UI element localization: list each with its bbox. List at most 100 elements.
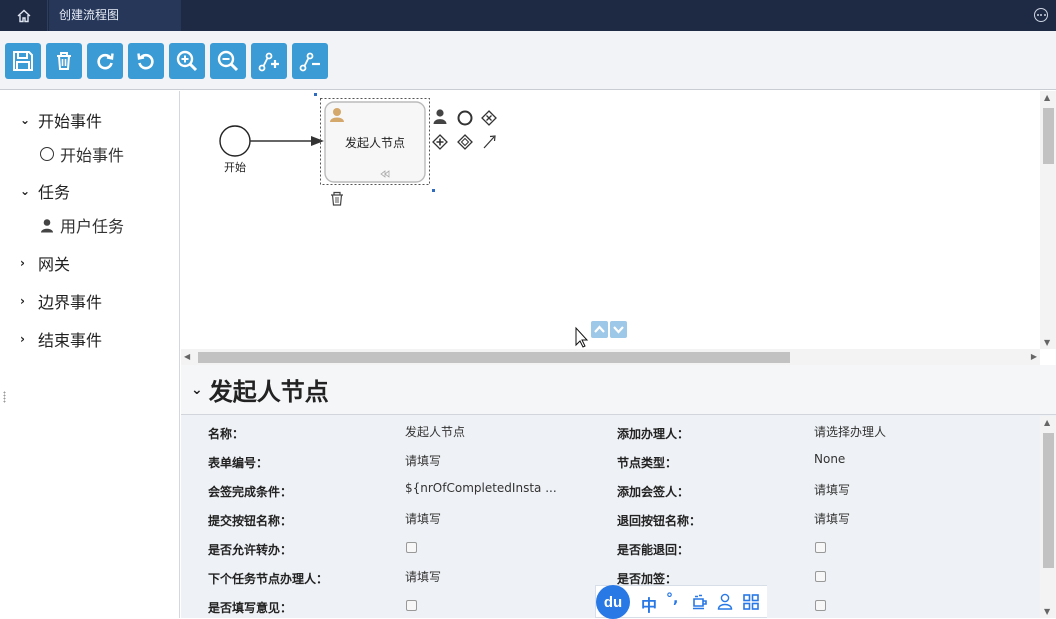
field-checkbox[interactable] <box>815 542 826 553</box>
add-flow-button[interactable] <box>251 43 287 79</box>
palette-group-label: 结束事件 <box>38 331 103 350</box>
field-value[interactable]: ${nrOfCompletedInsta ... <box>405 481 557 495</box>
trash-icon[interactable] <box>331 191 343 206</box>
field-label: 是否能退回： <box>617 543 690 557</box>
canvas-horizontal-scrollbar[interactable]: ◀ ▶ <box>181 349 1040 365</box>
field-value[interactable]: 请填写 <box>814 510 850 527</box>
field-value[interactable]: 发起人节点 <box>405 423 465 440</box>
field-checkbox[interactable] <box>815 600 826 611</box>
save-button[interactable] <box>5 43 41 79</box>
circle-icon[interactable] <box>457 110 473 126</box>
delete-button[interactable] <box>46 43 82 79</box>
palette-group-label: 边界事件 <box>38 293 103 312</box>
add-connection-icon <box>258 52 279 72</box>
field-label: 提交按钮名称： <box>208 514 293 528</box>
field-label: 添加会签人： <box>617 485 690 499</box>
resize-handle[interactable] <box>314 93 317 96</box>
tab-create-flow[interactable]: 创建流程图 <box>49 0 181 31</box>
start-event[interactable] <box>219 125 251 157</box>
scroll-left-arrow-icon[interactable]: ◀ <box>184 352 190 361</box>
zoom-in-button[interactable] <box>169 43 205 79</box>
field-label: 是否填写意见： <box>208 601 293 615</box>
palette-item-start-event[interactable]: 开始事件 <box>40 142 124 166</box>
undo-button[interactable] <box>128 43 164 79</box>
redo-button[interactable] <box>87 43 123 79</box>
palette-group-label: 网关 <box>38 255 71 274</box>
gateway-icon[interactable] <box>457 134 473 150</box>
field-checkbox[interactable] <box>406 600 417 611</box>
start-event-label: 开始 <box>224 161 246 174</box>
properties-vertical-scrollbar[interactable]: ▲ ▼ <box>1040 416 1056 618</box>
scroll-down-arrow-icon[interactable]: ▼ <box>1044 338 1050 347</box>
scroll-up-arrow-icon[interactable]: ▲ <box>1044 93 1050 102</box>
scrollbar-thumb[interactable] <box>1043 433 1054 568</box>
field-label: 名称： <box>208 427 245 441</box>
palette-group-gateway[interactable]: › 网关 <box>20 251 70 275</box>
redo-icon <box>97 53 114 70</box>
trash-icon <box>57 52 71 70</box>
ime-punct-toggle[interactable]: °, <box>666 591 678 607</box>
element-palette: ⌄ 开始事件 开始事件 ⌄ 任务 用户任务 › 网关 › 边界事件 › 结束事件 <box>0 91 180 618</box>
field-checkbox[interactable] <box>815 571 826 582</box>
zoom-out-button[interactable] <box>210 43 246 79</box>
properties-header[interactable]: ⌄ 发起人节点 <box>181 365 1056 415</box>
chevron-right-icon: › <box>20 294 25 308</box>
mouse-cursor-icon <box>575 326 589 348</box>
more-circle-icon[interactable] <box>1034 8 1048 22</box>
field-label: 是否允许转办： <box>208 543 293 557</box>
exclusive-gateway-icon[interactable] <box>481 110 497 126</box>
home-button[interactable] <box>0 0 48 31</box>
palette-group-end-event[interactable]: › 结束事件 <box>20 327 102 351</box>
chevron-down-icon: ⌄ <box>191 381 203 398</box>
scroll-down-button[interactable] <box>610 321 627 338</box>
grid-icon[interactable] <box>743 594 759 610</box>
resize-handle[interactable] <box>432 189 435 192</box>
user-icon[interactable] <box>433 109 447 124</box>
remove-connection-icon <box>299 52 320 72</box>
palette-item-label: 用户任务 <box>60 217 125 236</box>
diagram-canvas[interactable]: 开始 发起人节点 ▲ ▼ ◀ ▶ <box>181 91 1056 365</box>
field-value[interactable]: 请填写 <box>814 481 850 498</box>
field-label: 表单编号： <box>208 456 269 470</box>
chevron-down-icon: ⌄ <box>20 113 31 127</box>
field-value[interactable]: None <box>814 452 845 466</box>
properties-title: 发起人节点 <box>208 378 329 406</box>
diagram-svg <box>219 93 627 348</box>
arrow-icon[interactable] <box>483 135 496 149</box>
palette-group-label: 任务 <box>38 183 71 202</box>
zoom-out-icon <box>217 50 239 72</box>
ime-logo[interactable]: du <box>596 585 630 619</box>
cup-icon[interactable] <box>692 594 708 610</box>
ime-mode-toggle[interactable]: 中 <box>641 592 657 616</box>
scroll-down-arrow-icon[interactable]: ▼ <box>1044 607 1050 616</box>
canvas-vertical-scrollbar[interactable]: ▲ ▼ <box>1040 91 1056 349</box>
home-icon <box>17 9 30 22</box>
zoom-in-icon <box>176 50 198 72</box>
remove-flow-button[interactable] <box>292 43 328 79</box>
scroll-up-button[interactable] <box>591 321 608 338</box>
toolbar <box>0 31 1056 90</box>
palette-group-boundary-event[interactable]: › 边界事件 <box>20 289 102 313</box>
palette-group-start-event[interactable]: ⌄ 开始事件 <box>20 108 102 132</box>
field-checkbox[interactable] <box>406 542 417 553</box>
field-label: 退回按钮名称： <box>617 514 702 528</box>
save-icon <box>13 51 33 71</box>
field-value[interactable]: 请选择办理人 <box>814 423 886 440</box>
user-icon[interactable] <box>717 593 733 610</box>
field-value[interactable]: 请填写 <box>405 452 441 469</box>
palette-item-user-task[interactable]: 用户任务 <box>40 213 124 237</box>
scroll-right-arrow-icon[interactable]: ▶ <box>1031 352 1037 361</box>
field-label: 节点类型： <box>617 456 678 470</box>
task-label: 发起人节点 <box>344 136 405 150</box>
resize-grip-icon[interactable] <box>3 391 6 403</box>
palette-group-label: 开始事件 <box>38 112 103 131</box>
parallel-gateway-icon[interactable] <box>432 134 448 150</box>
palette-group-task[interactable]: ⌄ 任务 <box>20 179 70 203</box>
field-value[interactable]: 请填写 <box>405 510 441 527</box>
field-value[interactable]: 请填写 <box>405 568 441 585</box>
scrollbar-thumb[interactable] <box>1043 108 1054 164</box>
scrollbar-thumb[interactable] <box>198 352 790 363</box>
scroll-up-arrow-icon[interactable]: ▲ <box>1044 418 1050 427</box>
field-label: 添加办理人： <box>617 427 690 441</box>
chevron-right-icon: › <box>20 256 25 270</box>
